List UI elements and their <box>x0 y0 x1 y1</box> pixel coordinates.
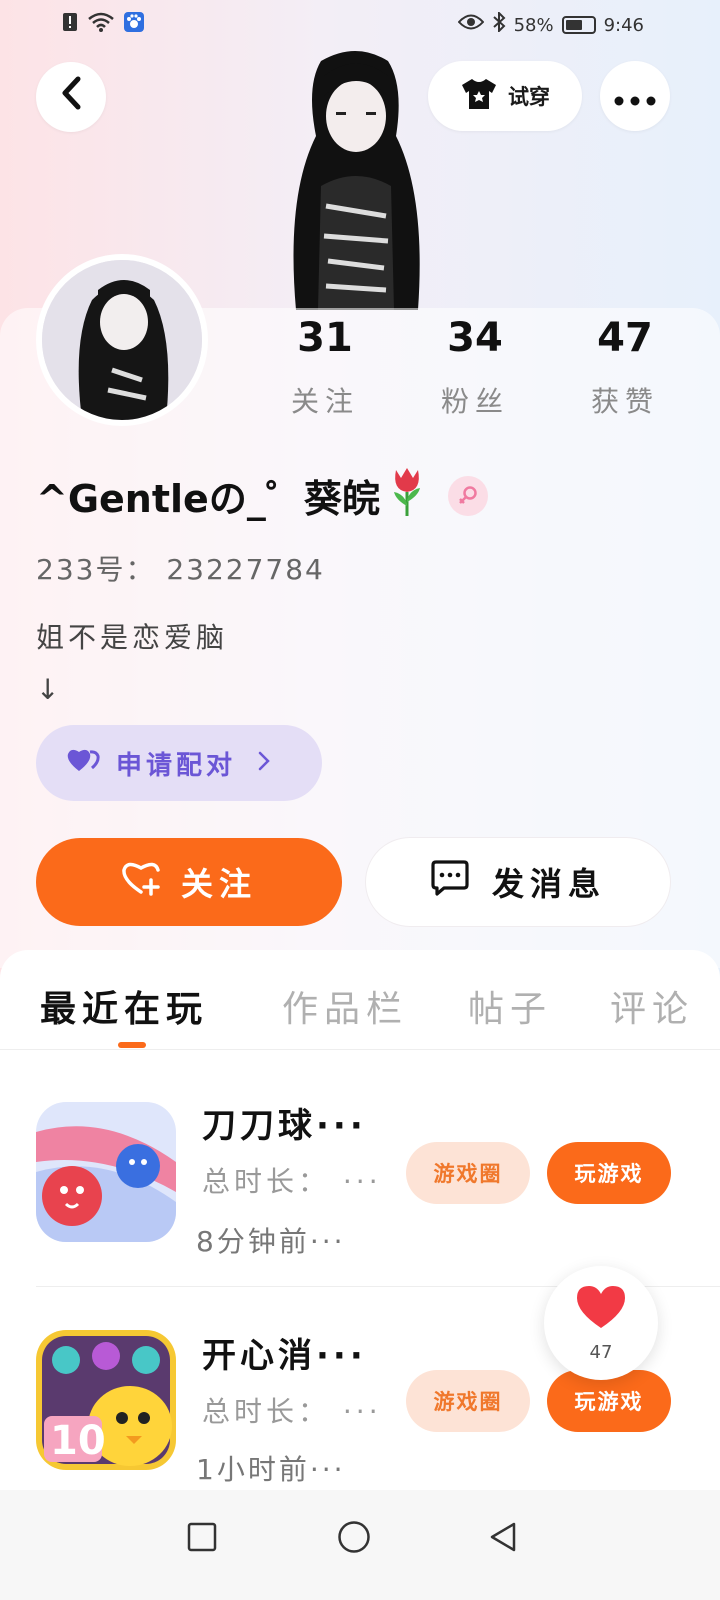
stat-label: 粉丝 <box>440 385 509 418</box>
game-icon-kaixinxiao[interactable]: 10 <box>36 1330 176 1470</box>
request-pair-label: 申请配对 <box>116 750 237 781</box>
user-id: 233号： 23227784 <box>36 553 325 586</box>
username-row: ^Gentleの_゜葵皖 <box>36 466 488 525</box>
female-gender-icon <box>447 475 488 516</box>
like-count: 47 <box>589 1341 613 1363</box>
chat-bubble-icon <box>430 859 470 905</box>
username: ^Gentleの_゜葵皖 <box>36 477 380 521</box>
send-message-label: 发消息 <box>491 865 606 903</box>
battery-icon <box>561 16 596 34</box>
home-button[interactable] <box>329 1512 379 1562</box>
eye-icon <box>457 13 484 37</box>
stat-value: 34 <box>447 315 503 361</box>
like-floating-button[interactable]: 47 <box>544 1266 658 1380</box>
paw-app-icon <box>124 12 144 38</box>
more-dots-icon <box>614 79 656 114</box>
heart-icon <box>575 1284 627 1338</box>
bio: 姐不是恋爱脑 ↓ <box>36 621 229 706</box>
heart-pair-icon <box>66 747 100 780</box>
alert-icon <box>62 12 78 38</box>
game-play-duration: 总时长： ··· <box>202 1165 382 1198</box>
recent-apps-button[interactable] <box>177 1512 227 1562</box>
svg-text:10: 10 <box>50 1418 106 1464</box>
follow-label: 关注 <box>180 865 257 903</box>
tulip-icon <box>390 466 424 525</box>
back-button[interactable] <box>36 62 106 132</box>
game-title: 刀刀球··· <box>202 1106 367 1146</box>
bluetooth-icon <box>492 10 506 38</box>
profile-tabs: 最近在玩 作品栏 帖子 评论 <box>0 950 720 1050</box>
request-pair-button[interactable]: 申请配对 <box>36 725 322 801</box>
tab-recently-played[interactable]: 最近在玩 <box>40 980 208 1032</box>
battery-percent: 58% <box>513 14 554 36</box>
chevron-right-icon <box>258 749 270 777</box>
game-icon-daodaoqiu[interactable] <box>36 1102 176 1242</box>
follow-button[interactable]: 关注 <box>36 838 342 926</box>
try-on-label: 试穿 <box>508 85 550 109</box>
more-options-button[interactable] <box>600 61 670 131</box>
back-nav-button[interactable] <box>478 1512 528 1562</box>
play-game-button[interactable]: 玩游戏 <box>547 1142 671 1204</box>
stat-followers[interactable]: 34 粉丝 <box>400 314 550 420</box>
tab-comments[interactable]: 评论 <box>610 980 694 1032</box>
game-play-duration: 总时长： ··· <box>202 1395 382 1428</box>
game-title: 开心消··· <box>202 1336 367 1376</box>
clock: 9:46 <box>603 14 644 36</box>
stat-value: 31 <box>297 315 353 361</box>
stat-following[interactable]: 31 关注 <box>250 314 400 420</box>
game-last-played: 1小时前··· <box>196 1453 346 1486</box>
send-message-button[interactable]: 发消息 <box>366 838 670 926</box>
stat-label: 获赞 <box>590 385 659 418</box>
chevron-left-icon <box>60 76 82 119</box>
avatar-character-figure <box>276 46 436 310</box>
try-on-button[interactable]: 试穿 <box>428 61 582 131</box>
stat-likes[interactable]: 47 获赞 <box>550 314 700 420</box>
tab-works[interactable]: 作品栏 <box>282 980 408 1032</box>
stat-label: 关注 <box>290 385 359 418</box>
avatar[interactable] <box>36 254 208 426</box>
wifi-icon <box>88 12 114 38</box>
stat-value: 47 <box>597 315 653 361</box>
game-last-played: 8分钟前··· <box>196 1225 346 1258</box>
game-list-item[interactable]: 刀刀球··· 总时长： ··· 8分钟前··· 游戏圈 玩游戏 <box>0 1090 720 1280</box>
game-circle-button[interactable]: 游戏圈 <box>406 1370 530 1432</box>
tab-posts[interactable]: 帖子 <box>468 980 552 1032</box>
status-bar: 58% 9:46 <box>0 0 720 48</box>
heart-plus-icon <box>121 860 161 904</box>
active-tab-indicator <box>118 1042 146 1048</box>
system-navigation-bar <box>0 1490 720 1600</box>
tshirt-icon <box>460 77 498 116</box>
game-circle-button[interactable]: 游戏圈 <box>406 1142 530 1204</box>
profile-stats: 31 关注 34 粉丝 47 获赞 <box>250 314 700 420</box>
